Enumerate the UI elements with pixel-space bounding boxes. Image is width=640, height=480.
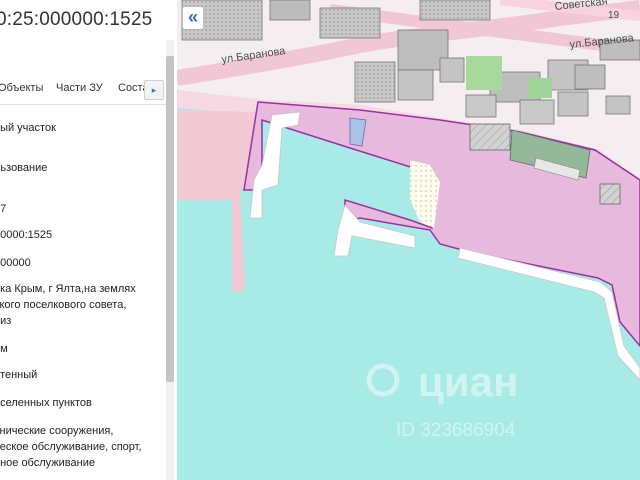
tab-parcel-parts[interactable]: Части ЗУ [56,82,103,94]
field-address-line-1: ика Крым, г Ялта,на землях [0,283,136,295]
field-status: льзование [0,162,48,174]
watermark-logo-text: циан [418,358,518,405]
field-area: . м [0,343,8,355]
green-area-small [528,78,552,98]
info-panel: 0:25:000000:1525 Объекты Части ЗУ Соста … [0,0,178,480]
tab-scroll-right-icon[interactable]: ▸ [144,80,164,100]
map-canvas[interactable]: ул.Баранова ул.Баранова Советская 19 циа… [177,0,640,480]
hatched-building [469,123,511,151]
map-view[interactable]: ул.Баранова ул.Баранова Советская 19 циа… [177,0,640,480]
collapse-panel-icon[interactable]: « [182,6,204,30]
house-number: 19 [608,10,620,21]
cadastral-number: 0:25:000000:1525 [0,9,153,30]
field-usage-line-1: хнические сооружения, [0,425,114,437]
scrollbar-thumb[interactable] [166,56,174,382]
field-usage-line-2: ческое обслуживание, спорт, [0,441,142,453]
tab-objects[interactable]: Объекты [0,82,43,94]
field-land-category: аселенных пунктов [0,397,92,409]
hatched-block [599,183,621,205]
watermark-id: ID 323686904 [396,420,516,441]
green-area [466,56,502,90]
field-area-type: нтенный [0,369,38,381]
field-usage-line-3: нное обслуживание [0,457,95,469]
field-address-line-2: ского поселкового совета, [0,299,127,311]
tab-bar: Объекты Части ЗУ Соста [0,74,166,105]
field-quarter-number: 00000:1525 [0,229,53,241]
field-object-type: ный участок [0,122,56,134]
field-date: 17 [0,203,7,215]
field-address-line-3: еиз [0,315,12,327]
field-code: 000000 [0,257,31,269]
